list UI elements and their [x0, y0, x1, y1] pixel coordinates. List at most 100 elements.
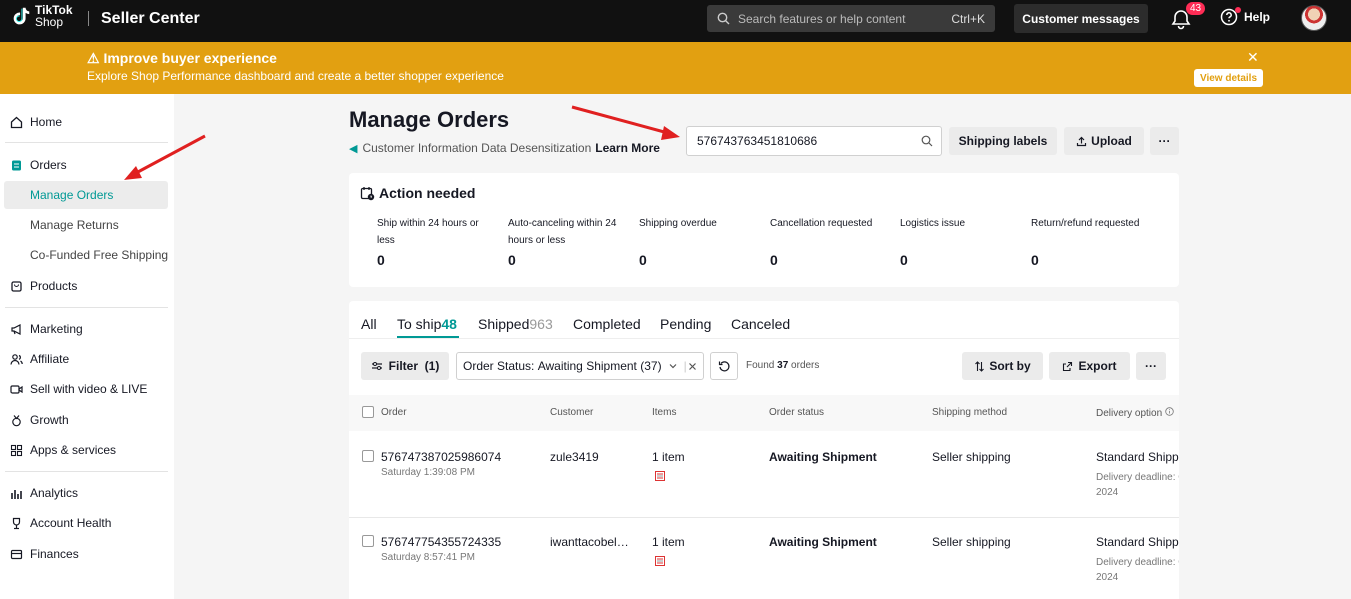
- sidebar-item-cofunded-shipping[interactable]: Co-Funded Free Shipping: [30, 248, 168, 262]
- customer-messages-button[interactable]: Customer messages: [1014, 4, 1148, 33]
- sidebar-label-account-health: Account Health: [30, 516, 112, 530]
- order-search-input[interactable]: [697, 134, 921, 148]
- trophy-icon: [12, 517, 21, 529]
- action-shipping-overdue[interactable]: Shipping overdue 0: [639, 215, 754, 268]
- sidebar-label-growth: Growth: [30, 413, 69, 427]
- filter-label: Filter: [388, 359, 418, 373]
- chevron-down-icon: [669, 364, 676, 369]
- info-icon[interactable]: [1165, 407, 1174, 416]
- shipping-labels-button[interactable]: Shipping labels: [949, 127, 1057, 155]
- column-header-delivery-option: Delivery option: [1096, 407, 1174, 419]
- sort-by-label: Sort by: [989, 359, 1031, 373]
- select-all-checkbox[interactable]: [362, 406, 374, 418]
- learn-more-link[interactable]: Learn More: [595, 141, 660, 155]
- order-status: Awaiting Shipment: [769, 450, 877, 464]
- export-label: Export: [1078, 359, 1117, 373]
- sidebar-label-apps: Apps & services: [30, 443, 117, 457]
- close-icon[interactable]: [688, 362, 697, 371]
- avatar[interactable]: [1301, 5, 1327, 31]
- order-id-link[interactable]: 576747387025986074: [381, 450, 501, 464]
- search-icon[interactable]: [921, 135, 933, 147]
- refresh-button[interactable]: [710, 352, 738, 380]
- sort-by-button[interactable]: Sort by: [962, 352, 1043, 380]
- sidebar-item-finances[interactable]: Finances: [10, 547, 79, 561]
- global-search-input[interactable]: Search features or help content Ctrl+K: [707, 5, 995, 32]
- sidebar-item-apps[interactable]: Apps & services: [10, 443, 116, 457]
- sidebar-item-orders[interactable]: Orders: [10, 158, 67, 172]
- people-icon: [10, 353, 23, 365]
- delivery-year: 2024: [1096, 487, 1119, 498]
- items-count[interactable]: 1 item: [652, 450, 685, 464]
- analytics-icon: [11, 489, 22, 499]
- more-actions-button[interactable]: ···: [1150, 127, 1179, 155]
- action-label: Return/refund requested: [1031, 218, 1140, 229]
- action-return-refund-requested[interactable]: Return/refund requested 0: [1031, 215, 1146, 268]
- sidebar-item-analytics[interactable]: Analytics: [10, 486, 78, 500]
- sidebar-label-products: Products: [30, 279, 78, 293]
- sidebar-item-home[interactable]: Home: [10, 115, 62, 129]
- row-checkbox[interactable]: [362, 535, 374, 547]
- close-icon[interactable]: ✕: [1247, 49, 1259, 66]
- sort-icon: [975, 360, 985, 372]
- help-button[interactable]: Help: [1220, 7, 1270, 26]
- tab-all[interactable]: All: [361, 316, 377, 332]
- tiktok-note-icon: [13, 7, 30, 25]
- customer-name[interactable]: iwanttacobel…: [550, 535, 630, 549]
- sidebar-item-manage-returns[interactable]: Manage Returns: [30, 218, 119, 232]
- help-dot: [1235, 7, 1241, 13]
- data-desensitization-info: ◀ Customer Information Data Desensitizat…: [349, 141, 660, 155]
- action-auto-canceling[interactable]: Auto-canceling within 24 hours or less 0: [508, 215, 623, 268]
- tab-canceled[interactable]: Canceled: [731, 316, 790, 332]
- announcement-banner: ⚠ Improve buyer experience Explore Shop …: [0, 42, 1351, 94]
- sidebar-item-manage-orders[interactable]: Manage Orders: [4, 181, 168, 209]
- column-header-order[interactable]: Order: [381, 407, 407, 418]
- tiktok-shop-logo[interactable]: TikTok Shop: [10, 4, 73, 28]
- megaphone-icon: [11, 323, 21, 335]
- sidebar-item-marketing[interactable]: Marketing: [10, 322, 83, 336]
- items-count[interactable]: 1 item: [652, 535, 685, 549]
- tab-to-ship[interactable]: To ship48: [397, 316, 457, 332]
- upload-button[interactable]: Upload: [1064, 127, 1144, 155]
- product-thumbnail-icon[interactable]: [655, 471, 665, 481]
- customer-name[interactable]: zule3419: [550, 450, 630, 464]
- sidebar-item-growth[interactable]: Growth: [10, 413, 69, 427]
- order-search-field[interactable]: [686, 126, 942, 156]
- wallet-icon: [10, 549, 23, 559]
- sidebar-divider: [5, 142, 168, 143]
- tab-completed[interactable]: Completed: [573, 316, 641, 332]
- export-button[interactable]: Export: [1049, 352, 1130, 380]
- filter-button[interactable]: Filter (1): [361, 352, 449, 380]
- top-bar: TikTok Shop Seller Center Search feature…: [0, 0, 1351, 42]
- status-filter-label: Order Status:: [463, 359, 535, 373]
- table-header: [349, 395, 1179, 431]
- action-ship-within-24h[interactable]: Ship within 24 hours or less 0: [377, 215, 492, 268]
- action-cancellation-requested[interactable]: Cancellation requested 0: [770, 215, 885, 268]
- action-count: 0: [1031, 252, 1039, 268]
- sidebar-item-affiliate[interactable]: Affiliate: [10, 352, 69, 366]
- view-details-button[interactable]: View details: [1194, 69, 1263, 87]
- product-thumbnail-icon[interactable]: [655, 556, 665, 566]
- action-logistics-issue[interactable]: Logistics issue 0: [900, 215, 1015, 268]
- column-header-customer: Customer: [550, 407, 594, 418]
- action-count: 0: [900, 252, 908, 268]
- products-icon: [11, 280, 22, 292]
- sidebar-item-sell-video[interactable]: Sell with video & LIVE: [10, 382, 147, 396]
- column-header-shipping-method: Shipping method: [932, 407, 1008, 418]
- delivery-year: 2024: [1096, 572, 1119, 583]
- order-status-filter[interactable]: Order Status: Awaiting Shipment (37) |: [456, 352, 704, 380]
- tab-label: Shipped: [478, 316, 530, 332]
- banner-title: ⚠ Improve buyer experience: [87, 50, 277, 66]
- refresh-icon: [718, 360, 730, 371]
- tab-pending[interactable]: Pending: [660, 316, 711, 332]
- order-status: Awaiting Shipment: [769, 535, 877, 549]
- sidebar-item-account-health[interactable]: Account Health: [10, 516, 111, 530]
- filter-count: (1): [424, 359, 440, 373]
- orders-icon: [12, 160, 21, 170]
- sidebar-item-products[interactable]: Products: [10, 279, 77, 293]
- more-options-button[interactable]: ···: [1136, 352, 1166, 380]
- delivery-deadline: Delivery deadline: G: [1096, 557, 1179, 568]
- order-id-link[interactable]: 576747754355724335: [381, 535, 501, 549]
- tab-label: Pending: [660, 316, 712, 332]
- row-checkbox[interactable]: [362, 450, 374, 462]
- tab-shipped[interactable]: Shipped963: [478, 316, 553, 332]
